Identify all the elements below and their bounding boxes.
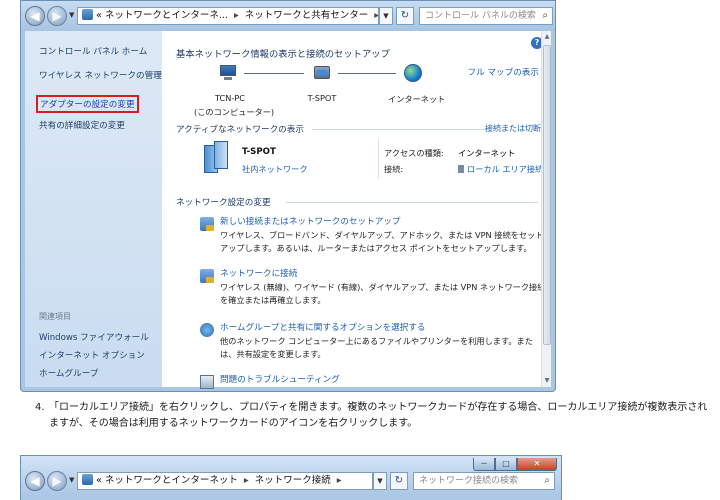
globe-icon	[404, 64, 422, 82]
control-panel-icon	[82, 9, 93, 20]
scroll-down-icon[interactable]: ▼	[543, 376, 551, 386]
troubleshoot-link[interactable]: 問題のトラブルシューティング	[220, 373, 340, 385]
full-map-link[interactable]: フル マップの表示	[468, 66, 539, 78]
connection-line	[244, 73, 304, 74]
network-sharing-center-window: ◀ ▶ ▼ « ネットワークとインターネ... ▸ ネットワークと共有センター …	[20, 0, 556, 392]
sidebar-item-internet-options[interactable]: インターネット オプション	[39, 349, 145, 361]
sidebar-item-control-panel-home[interactable]: コントロール パネル ホーム	[39, 45, 147, 57]
sidebar-item-advanced-sharing[interactable]: 共有の詳細設定の変更	[39, 119, 125, 131]
scroll-thumb[interactable]	[543, 45, 551, 345]
access-type-value: インターネット	[458, 148, 516, 158]
address-dropdown-button[interactable]: ▼	[373, 472, 387, 490]
back-button[interactable]: ◀	[25, 6, 45, 26]
connect-disconnect-link[interactable]: 接続または切断	[485, 123, 541, 134]
network-icon	[312, 65, 332, 81]
map-node-internet-name: インターネット	[388, 94, 446, 104]
page-title: 基本ネットワーク情報の表示と接続のセットアップ	[176, 49, 390, 60]
map-node-computer-sub: (このコンピューター)	[194, 107, 275, 117]
search-icon[interactable]: ⌕	[542, 8, 548, 24]
search-placeholder: ネットワーク接続の検索	[419, 476, 519, 486]
homegroup-icon	[200, 323, 214, 337]
refresh-button[interactable]: ↻	[396, 7, 414, 25]
breadcrumb-network-connections[interactable]: ネットワーク接続	[255, 475, 331, 486]
map-node-computer-name: TCN-PC	[215, 93, 245, 103]
related-heading: 関連項目	[39, 312, 71, 321]
close-button[interactable]: ✕	[517, 458, 557, 471]
network-connect-icon	[200, 269, 214, 283]
local-area-connection-link[interactable]: ローカル エリア接続	[458, 163, 543, 175]
setup-connection-description: ワイヤレス、ブロードバンド、ダイヤルアップ、アドホック、または VPN 接続をセ…	[220, 230, 544, 253]
address-bar[interactable]: « ネットワークとインターネ... ▸ ネットワークと共有センター ▸	[77, 7, 379, 25]
connect-network-description: ワイヤレス (無線)、ワイヤード (有線)、ダイヤルアップ、または VPN ネッ…	[220, 282, 546, 305]
troubleshoot-icon	[200, 375, 214, 389]
address-toolbar: ◀ ▶ ▼ « ネットワークとインターネ... ▸ ネットワークと共有センター …	[21, 1, 555, 31]
breadcrumb-separator: ▸	[243, 475, 249, 486]
address-dropdown-button[interactable]: ▼	[379, 7, 393, 25]
setup-connection-link[interactable]: 新しい接続またはネットワークのセットアップ	[220, 215, 400, 227]
task-pane: コントロール パネル ホーム ワイヤレス ネットワークの管理 アダプターの設定の…	[25, 31, 162, 387]
minimize-button[interactable]: ─	[473, 458, 495, 471]
main-content: ? 基本ネットワーク情報の表示と接続のセットアップ フル マップの表示 TCN-…	[162, 31, 551, 389]
connect-network-link[interactable]: ネットワークに接続	[220, 267, 297, 279]
breadcrumb-network-internet[interactable]: ネットワークとインターネ...	[105, 10, 228, 21]
breadcrumb-network-internet[interactable]: ネットワークとインターネット	[105, 475, 238, 486]
address-prefix: «	[96, 475, 102, 486]
map-node-network-name: T-SPOT	[307, 93, 337, 103]
connection-line	[338, 73, 396, 74]
address-prefix: «	[96, 10, 102, 21]
network-settings-heading: ネットワーク設定の変更	[176, 198, 271, 208]
network-connections-icon	[82, 474, 93, 485]
sidebar-item-change-adapter-settings[interactable]: アダプターの設定の変更	[36, 95, 139, 113]
address-toolbar: ─ □ ✕ ◀ ▶ ▼ « ネットワークとインターネット ▸ ネットワーク接続 …	[21, 456, 561, 500]
step-number: 4.	[35, 402, 45, 413]
sidebar-item-manage-wireless[interactable]: ワイヤレス ネットワークの管理	[39, 69, 162, 81]
back-button[interactable]: ◀	[25, 471, 45, 491]
section-divider	[312, 129, 488, 130]
network-name: T-SPOT	[242, 147, 276, 157]
forward-button[interactable]: ▶	[47, 6, 67, 26]
search-input[interactable]: ネットワーク接続の検索 ⌕	[413, 472, 555, 490]
scroll-up-icon[interactable]: ▲	[543, 32, 551, 42]
network-connections-window: ─ □ ✕ ◀ ▶ ▼ « ネットワークとインターネット ▸ ネットワーク接続 …	[20, 455, 562, 500]
search-icon[interactable]: ⌕	[544, 473, 550, 489]
breadcrumb-network-sharing-center[interactable]: ネットワークと共有センター	[245, 10, 369, 21]
vertical-divider	[378, 139, 379, 179]
breadcrumb-separator: ▸	[233, 10, 239, 21]
network-type-link[interactable]: 社内ネットワーク	[242, 163, 308, 175]
breadcrumb-separator: ▸	[336, 475, 342, 486]
active-networks-heading: アクティブなネットワークの表示	[176, 125, 304, 135]
sidebar-item-windows-firewall[interactable]: Windows ファイアウォール	[39, 331, 149, 343]
network-setup-icon	[200, 217, 214, 231]
step-text: 「ローカルエリア接続」を右クリックし、プロパティを開きます。複数のネットワークカ…	[49, 402, 708, 429]
address-bar[interactable]: « ネットワークとインターネット ▸ ネットワーク接続 ▸	[77, 472, 373, 490]
computer-icon	[218, 65, 238, 81]
instruction-step: 4. 「ローカルエリア接続」を右クリックし、プロパティを開きます。複数のネットワ…	[35, 400, 715, 432]
recent-pages-dropdown[interactable]: ▼	[69, 11, 74, 19]
refresh-button[interactable]: ↻	[390, 472, 408, 490]
recent-pages-dropdown[interactable]: ▼	[69, 476, 74, 484]
maximize-button[interactable]: □	[495, 458, 517, 471]
connection-label: 接続:	[384, 164, 404, 174]
access-type-label: アクセスの種類:	[384, 148, 444, 158]
forward-button[interactable]: ▶	[47, 471, 67, 491]
homegroup-sharing-link[interactable]: ホームグループと共有に関するオプションを選択する	[220, 321, 425, 333]
search-input[interactable]: コントロール パネルの検索 ⌕	[419, 7, 553, 25]
sidebar-item-homegroup[interactable]: ホームグループ	[39, 367, 98, 379]
homegroup-sharing-description: 他のネットワーク コンピューター上にあるファイルやプリンターを利用します。または…	[220, 336, 533, 359]
search-placeholder: コントロール パネルの検索	[425, 11, 536, 21]
active-network-icon	[200, 141, 230, 175]
section-divider	[286, 202, 538, 203]
vertical-scrollbar[interactable]: ▲ ▼	[541, 31, 551, 387]
